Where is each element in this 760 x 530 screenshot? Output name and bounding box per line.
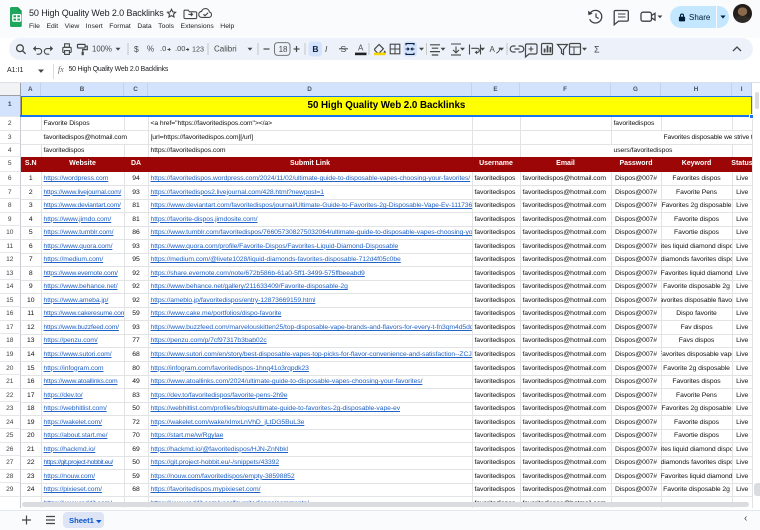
svg-text:I: I [325, 44, 328, 54]
svg-text:Σ: Σ [594, 45, 600, 55]
svg-text:18: 18 [279, 45, 288, 54]
svg-text:.00: .00 [175, 44, 185, 53]
svg-text:A: A [490, 45, 496, 54]
svg-text:100%: 100% [92, 45, 112, 54]
svg-text:$: $ [134, 44, 139, 54]
svg-text:.0: .0 [160, 44, 166, 53]
svg-text:%: % [147, 45, 154, 54]
svg-text:B: B [312, 44, 318, 54]
svg-text:123: 123 [192, 45, 204, 54]
svg-text:A: A [358, 44, 364, 53]
svg-text:Calibri: Calibri [214, 45, 237, 54]
